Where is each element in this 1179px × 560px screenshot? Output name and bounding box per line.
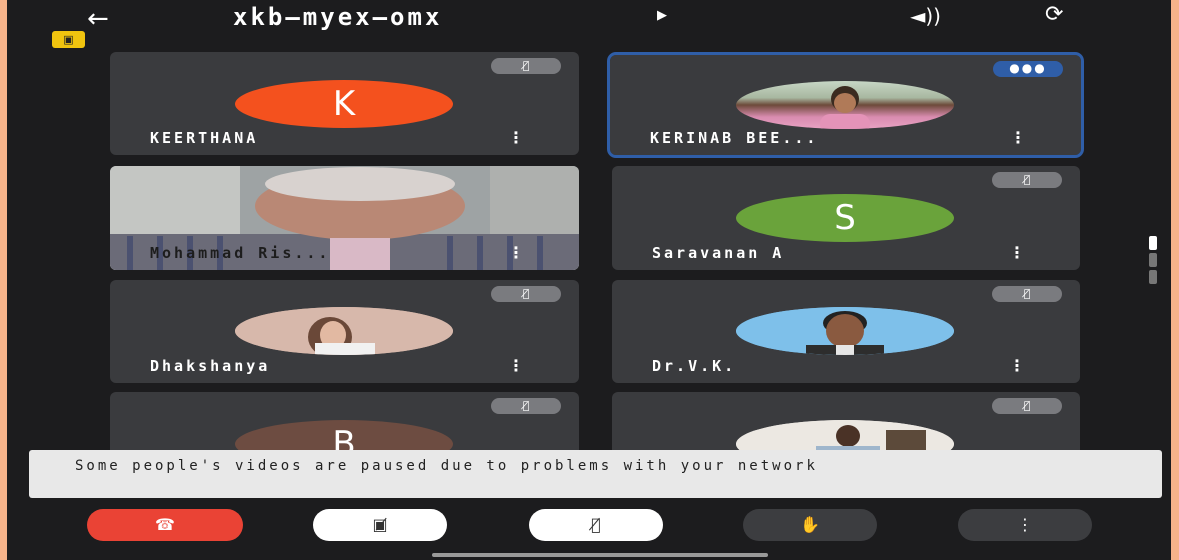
meet-screen: ← xkb—myex—omx ▶ ◄)) ⟳ ▣ 🎙̸ K KEERTHANA … (7, 0, 1171, 560)
mic-off-icon: 🎙̸ (491, 286, 561, 302)
avatar-letter: K (332, 84, 356, 124)
mic-off-icon: 🎙̸ (992, 398, 1062, 414)
participant-tile[interactable]: 🎙̸ Dhakshanya ⋮ (110, 280, 579, 383)
speaking-indicator-icon: ●●● (993, 61, 1063, 77)
mic-off-icon: 🎙̸ (992, 172, 1062, 188)
more-vert-icon: ⋮ (1017, 515, 1033, 534)
hand-icon: ✋ (800, 515, 820, 534)
raise-hand-button[interactable]: ✋ (743, 509, 877, 541)
more-vert-icon[interactable]: ⋮ (1009, 243, 1025, 262)
scroll-segment (1149, 253, 1157, 267)
participant-name: KEERTHANA (150, 129, 259, 147)
speaker-icon[interactable]: ◄)) (910, 4, 941, 28)
more-options-button[interactable]: ⋮ (958, 509, 1092, 541)
camera-flip-icon[interactable]: ⟳ (1045, 2, 1063, 27)
toast-message: Some people's videos are paused due to p… (75, 458, 818, 474)
more-vert-icon[interactable]: ⋮ (1010, 128, 1026, 147)
arrow-left-icon[interactable]: ← (87, 4, 109, 34)
avatar (736, 307, 954, 355)
camera-off-icon: ▣̸ (372, 515, 388, 534)
scroll-segment (1149, 270, 1157, 284)
more-vert-icon[interactable]: ⋮ (1009, 356, 1025, 375)
avatar-photo (235, 307, 453, 355)
participant-name: Dhakshanya (150, 357, 271, 375)
avatar: K (235, 80, 453, 128)
scrollbar[interactable] (1149, 236, 1157, 288)
video-off-icon: ▣ (52, 31, 85, 48)
participant-name: Mohammad Ris... (150, 244, 331, 262)
mic-off-icon: 🎙̸ (491, 58, 561, 74)
avatar-photo (820, 86, 870, 129)
participant-name: Saravanan A (652, 244, 785, 262)
mic-off-icon: 🎙̸ (992, 286, 1062, 302)
participant-tile[interactable]: ●●● KERINAB BEE... ⋮ (607, 52, 1084, 158)
avatar-photo (736, 307, 954, 355)
network-toast: Some people's videos are paused due to p… (29, 450, 1162, 498)
phone-hangup-icon: ☎ (155, 515, 175, 534)
participant-name: KERINAB BEE... (650, 129, 819, 147)
participant-tile[interactable]: 🎙̸ K KEERTHANA ⋮ (110, 52, 579, 155)
more-vert-icon[interactable]: ⋮ (508, 356, 524, 375)
avatar (736, 81, 954, 129)
participant-tile[interactable]: Mohammad Ris... ⋮ (110, 166, 579, 270)
more-vert-icon[interactable]: ⋮ (508, 128, 524, 147)
scroll-segment (1149, 236, 1157, 250)
mic-toggle-button[interactable]: 🎙̸ (529, 509, 663, 541)
camera-toggle-button[interactable]: ▣̸ (313, 509, 447, 541)
avatar: S (736, 194, 954, 242)
avatar-letter: S (834, 198, 856, 238)
end-call-button[interactable]: ☎ (87, 509, 243, 541)
more-vert-icon[interactable]: ⋮ (508, 243, 524, 262)
participant-tile[interactable]: 🎙̸ S Saravanan A ⋮ (612, 166, 1080, 270)
home-indicator[interactable] (432, 553, 768, 557)
chevron-right-icon[interactable]: ▶ (657, 8, 667, 23)
mic-off-icon: 🎙̸ (491, 398, 561, 414)
meeting-title[interactable]: xkb—myex—omx (233, 3, 442, 31)
mic-off-icon: 🎙̸ (591, 515, 601, 534)
top-bar: ← xkb—myex—omx ▶ ◄)) ⟳ (7, 0, 1171, 40)
participant-tile[interactable]: 🎙̸ Dr.V.K. ⋮ (612, 280, 1080, 383)
avatar (235, 307, 453, 355)
participant-name: Dr.V.K. (652, 357, 737, 375)
